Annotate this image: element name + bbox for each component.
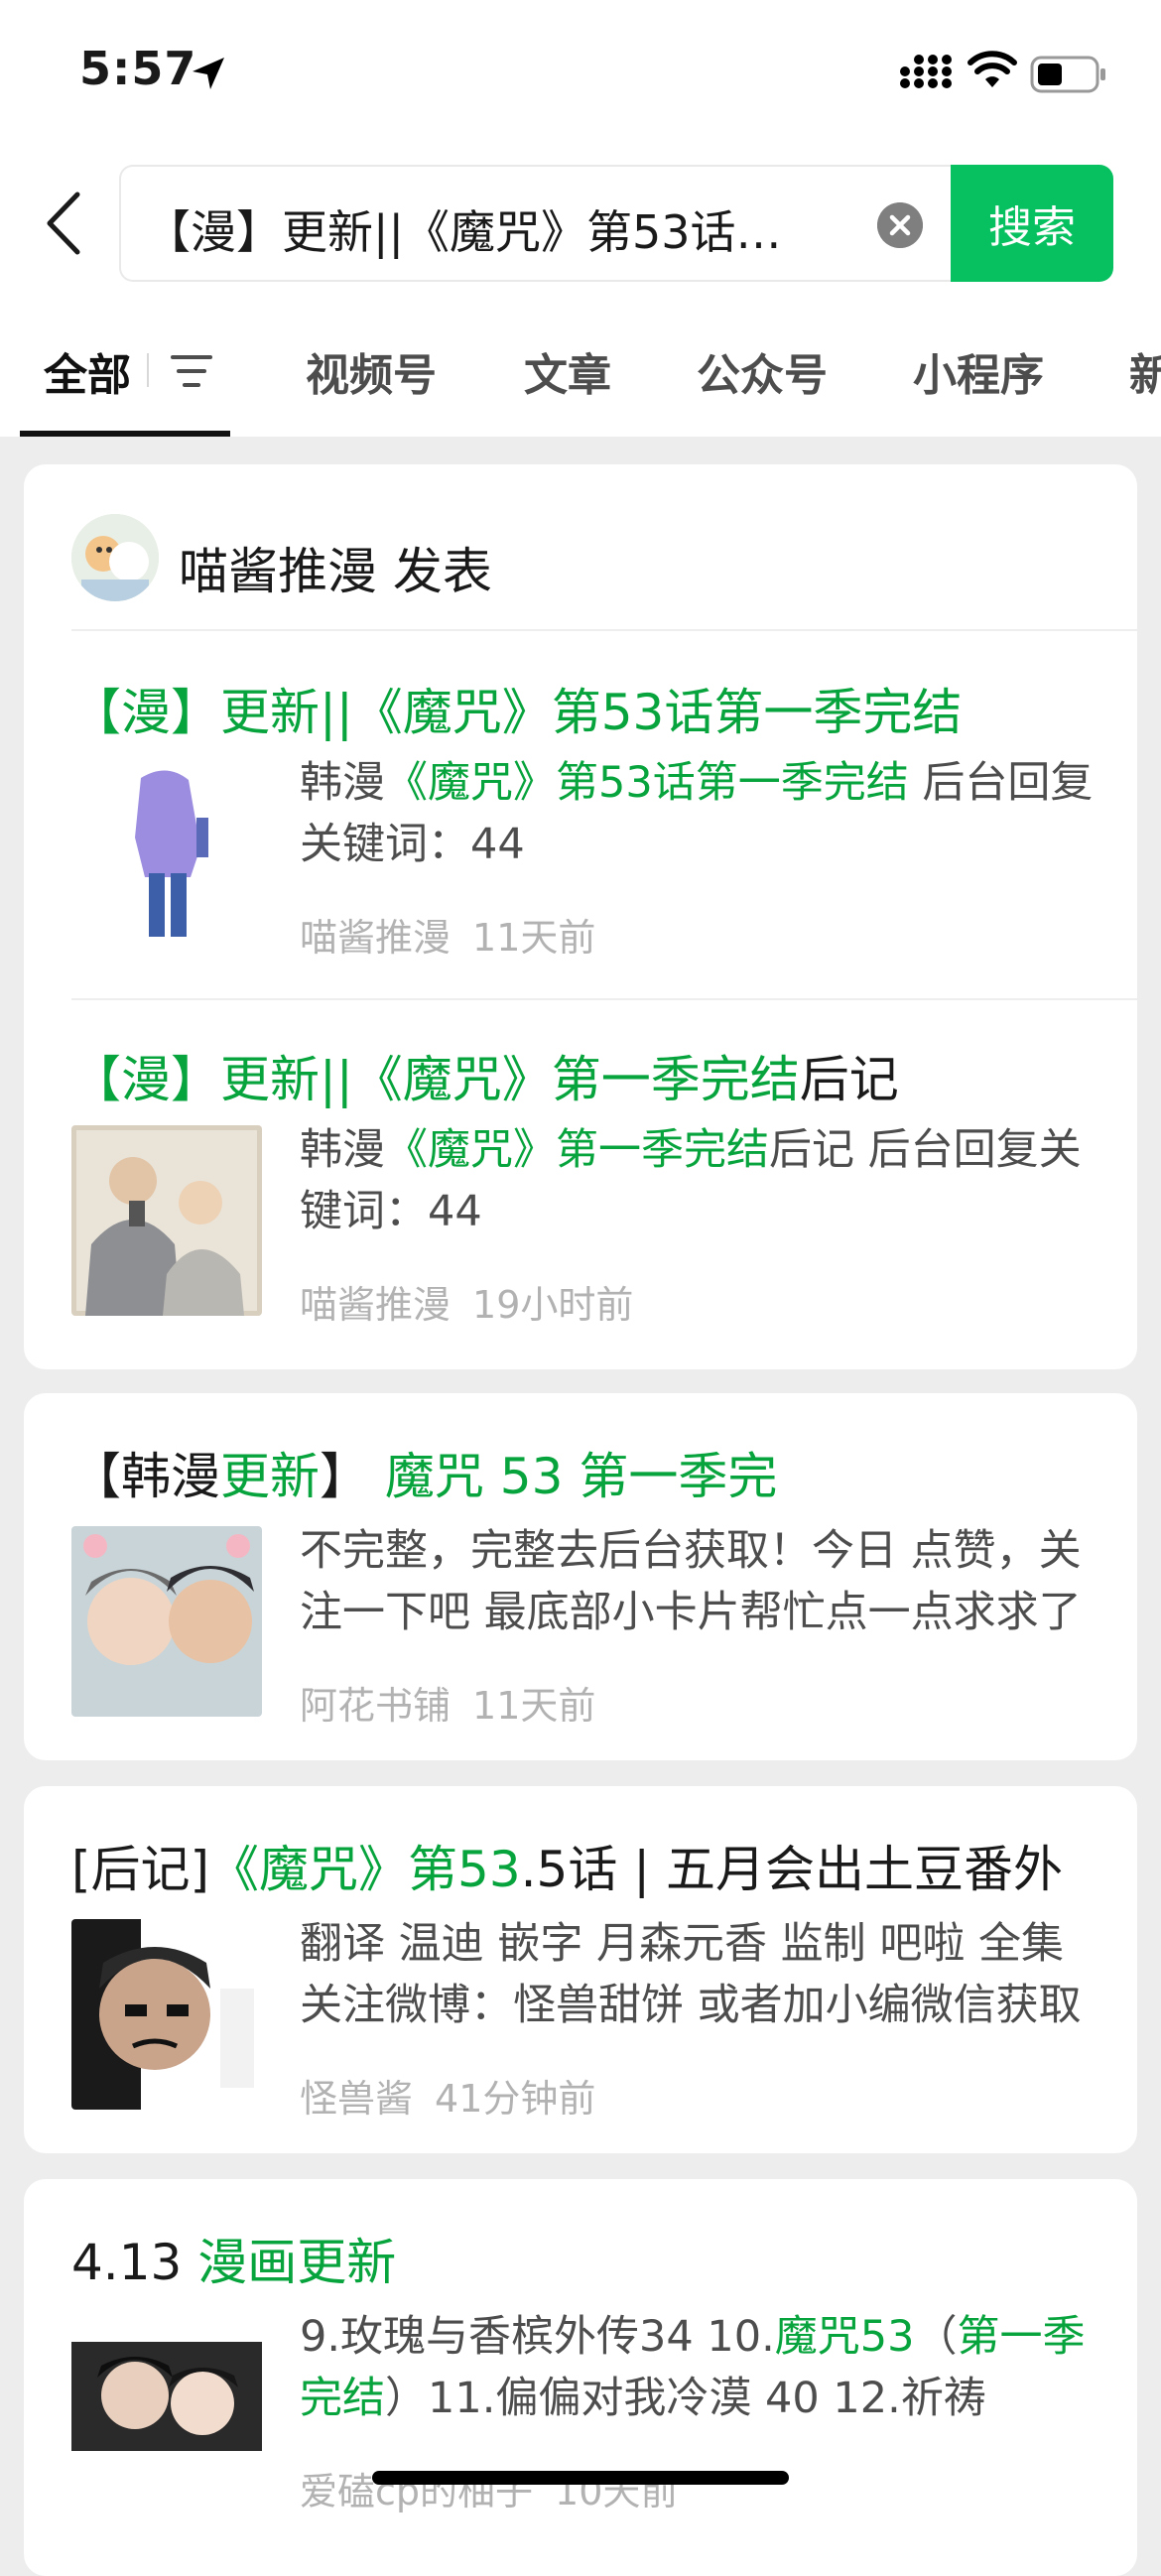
title-highlight: 【漫】更新||《魔咒》第53话第一季完结 [71,684,963,741]
title-highlight: 《魔咒》第53 [209,1841,521,1898]
search-header: 【漫】更新||《魔咒》第53话第一季完结 搜索 [0,149,1161,298]
result-description: 韩漫《魔咒》第53话第一季完结 后台回复关键词：44 [300,752,1094,875]
title-highlight: 更新 [220,1448,320,1505]
title-highlight: 魔咒 53 第一季完 [384,1448,778,1505]
status-bar: 5:57 [0,0,1161,149]
search-input[interactable]: 【漫】更新||《魔咒》第53话第一季完结 [119,165,953,282]
title-text: [后记] [71,1841,210,1898]
publish-time: 19小时前 [472,1283,634,1327]
title-text: 】 [320,1448,369,1505]
battery-icon [1030,56,1105,93]
result-title[interactable]: 4.13 漫画更新 [71,2223,396,2294]
thumbnail-image [71,1125,262,1316]
publish-time: 11天前 [472,1684,596,1728]
wifi-icon [968,51,1017,87]
back-icon[interactable] [42,189,85,258]
result-meta: 阿花书铺 11天前 [300,1675,595,1730]
desc-text: 9.玫瑰与香槟外传34 10. [300,2312,775,2362]
title-text: 4.13 [71,2234,198,2291]
tab-active-indicator [20,431,230,437]
thumbnail-image [71,2312,262,2503]
status-time: 5:57 [79,42,197,95]
search-button[interactable]: 搜索 [951,165,1113,282]
result-card-article[interactable]: [后记]《魔咒》第53.5话 | 五月会出土豆番外 翻译 温迪 嵌字 月森元香 … [24,1786,1137,2153]
tab-more[interactable]: 新 [1129,339,1161,403]
result-title[interactable]: 【漫】更新||《魔咒》第53话第一季完结 [71,673,962,744]
title-highlight: 漫画更新 [197,2234,397,2291]
thumbnail-image [71,758,262,949]
source-name: 怪兽酱 [300,2077,414,2121]
thumbnail-image [71,1526,262,1717]
tab-articles[interactable]: 文章 [524,339,611,403]
result-title[interactable]: [后记]《魔咒》第53.5话 | 五月会出土豆番外 [71,1830,1063,1901]
signal-icon [900,55,952,88]
desc-text: 韩漫 [300,1125,385,1175]
divider [71,629,1137,631]
desc-text: （ [914,2312,958,2362]
tab-mini-programs[interactable]: 小程序 [913,339,1044,403]
result-card-account[interactable]: 喵酱推漫 发表 【漫】更新||《魔咒》第53话第一季完结 韩漫《魔咒》第53话第… [24,464,1137,1369]
result-meta: 喵酱推漫 11天前 [300,907,595,962]
result-card-article[interactable]: 4.13 漫画更新 9.玫瑰与香槟外传34 10.魔咒53（第一季完结）11.偏… [24,2179,1137,2576]
result-title[interactable]: 【漫】更新||《魔咒》第一季完结后记 [71,1040,899,1111]
title-highlight: 【漫】更新||《魔咒》第一季完结 [71,1051,800,1108]
result-description: 韩漫《魔咒》第一季完结后记 后台回复关键词：44 [300,1119,1094,1242]
result-description: 不完整，完整去后台获取！今日 点赞，关注一下吧 最底部小卡片帮忙点一点求求了 [300,1520,1094,1643]
desc-highlight: 《魔咒》第一季完结 [385,1125,769,1175]
publish-time: 41分钟前 [435,2077,596,2121]
tab-all[interactable]: 全部 [44,339,131,403]
desc-highlight: 《魔咒》第53话第一季完结 [385,758,909,808]
source-name: 喵酱推漫 [300,916,452,960]
title-text: .5话 | 五月会出土豆番外 [520,1841,1063,1898]
publish-time: 11天前 [472,916,596,960]
home-indicator[interactable] [372,2471,789,2485]
title-text: 后记 [799,1051,899,1108]
desc-text: 不完整，完整去后台获取！今日 点赞，关注一下吧 最底部小卡片帮忙点一点求求了 [300,1526,1082,1637]
source-name: 喵酱推漫 [300,1283,452,1327]
category-tabs: 全部 视频号 文章 公众号 小程序 新 [0,298,1161,437]
divider [71,998,1137,1000]
search-query-text[interactable]: 【漫】更新||《魔咒》第53话第一季完结 [145,196,800,262]
desc-text: 翻译 温迪 嵌字 月森元香 监制 吧啦 全集关注微博：怪兽甜饼 或者加小编微信获… [300,1919,1082,2030]
clear-icon[interactable] [877,202,923,248]
result-meta: 爱磕cp的柚子 10天前 [300,2461,678,2515]
title-text: 【韩漫 [71,1448,220,1505]
thumbnail-image [71,1919,262,2110]
desc-text: ）11.偏偏对我冷漠 40 12.祈祷 [385,2374,986,2423]
result-meta: 怪兽酱 41分钟前 [300,2068,595,2123]
location-arrow-icon [193,58,224,89]
account-name: 喵酱推漫 发表 [179,543,492,600]
desc-text: 韩漫 [300,758,385,808]
result-description: 9.玫瑰与香槟外传34 10.魔咒53（第一季完结）11.偏偏对我冷漠 40 1… [300,2306,1094,2429]
avatar [71,514,159,601]
result-meta: 喵酱推漫 19小时前 [300,1274,633,1329]
result-description: 翻译 温迪 嵌字 月森元香 监制 吧啦 全集关注微博：怪兽甜饼 或者加小编微信获… [300,1913,1094,2036]
tab-official-accounts[interactable]: 公众号 [697,339,828,403]
source-name: 阿花书铺 [300,1684,452,1728]
tab-channels[interactable]: 视频号 [306,339,437,403]
result-card-article[interactable]: 【韩漫更新】 魔咒 53 第一季完 不完整，完整去后台获取！今日 点赞，关注一下… [24,1393,1137,1760]
filter-icon[interactable] [171,353,212,389]
result-title[interactable]: 【韩漫更新】 魔咒 53 第一季完 [71,1437,777,1508]
tab-divider [147,353,149,387]
desc-highlight: 魔咒53 [774,2312,915,2362]
